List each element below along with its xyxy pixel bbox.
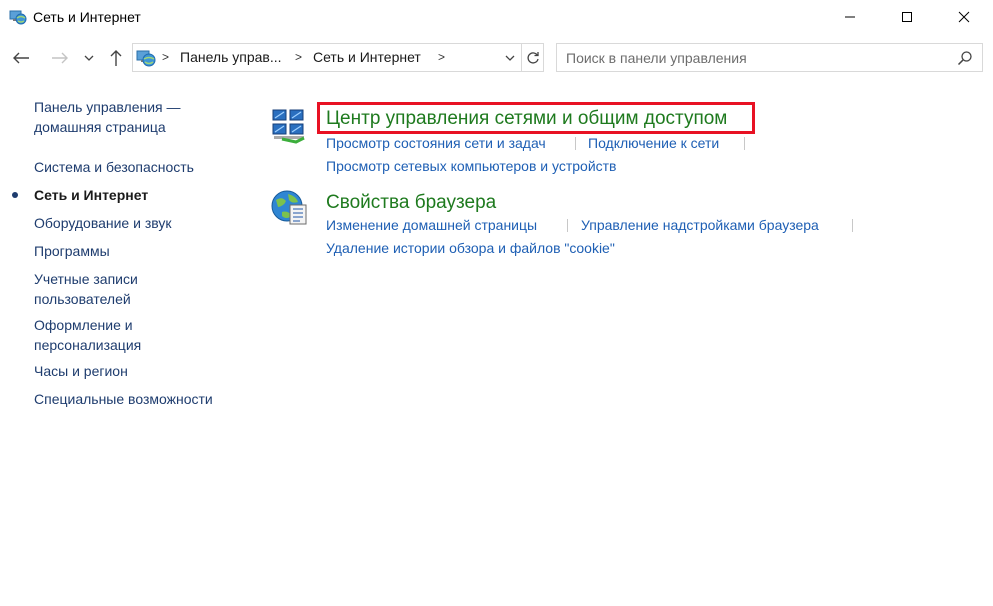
active-bullet-icon	[12, 192, 18, 198]
title-bar: Сеть и Интернет	[0, 0, 993, 34]
sidebar-item-user-accounts[interactable]: Учетные записи пользователей	[34, 269, 138, 309]
network-center-icon	[270, 106, 310, 146]
breadcrumb-separator: >	[438, 50, 446, 64]
sidebar-item-ease-of-access[interactable]: Специальные возможности	[34, 389, 213, 409]
sidebar-item-label: Сеть и Интернет	[34, 187, 149, 203]
highlight-box	[317, 102, 755, 134]
breadcrumb-separator: >	[162, 50, 170, 64]
refresh-button[interactable]	[521, 44, 543, 71]
internet-options-icon	[270, 188, 310, 228]
minimize-icon	[845, 16, 855, 18]
connect-to-network-link[interactable]: Подключение к сети	[588, 135, 719, 151]
link-separator	[852, 219, 853, 232]
search-icon[interactable]	[957, 50, 973, 66]
back-button[interactable]	[9, 48, 33, 68]
network-globe-icon	[9, 8, 27, 26]
sidebar-item-label: Учетные записи	[34, 271, 138, 287]
window-title: Сеть и Интернет	[33, 9, 141, 25]
chevron-down-icon	[505, 55, 515, 61]
address-bar[interactable]: > Панель управ... > Сеть и Интернет >	[132, 43, 544, 72]
address-dropdown-button[interactable]	[499, 44, 521, 71]
sidebar-item-label: домашняя страница	[34, 119, 166, 135]
sidebar-item-hardware-sound[interactable]: Оборудование и звук	[34, 213, 172, 233]
recent-locations-button[interactable]	[80, 48, 98, 68]
sidebar-item-control-panel-home[interactable]: Панель управления — домашняя страница	[34, 97, 181, 137]
link-separator	[567, 219, 568, 232]
arrow-right-icon	[52, 52, 68, 64]
sidebar-item-label: пользователей	[34, 291, 131, 307]
sidebar-item-network-internet[interactable]: Сеть и Интернет	[12, 185, 149, 205]
minimize-button[interactable]	[827, 0, 873, 34]
maximize-icon	[902, 12, 912, 22]
sidebar-item-label: Панель управления —	[34, 99, 181, 115]
search-box	[556, 43, 983, 72]
search-input[interactable]	[557, 44, 952, 71]
link-separator	[575, 137, 576, 150]
view-network-status-link[interactable]: Просмотр состояния сети и задач	[326, 135, 546, 151]
internet-options-link[interactable]: Свойства браузера	[326, 192, 496, 214]
manage-addons-link[interactable]: Управление надстройками браузера	[581, 217, 819, 233]
breadcrumb-control-panel[interactable]: Панель управ...	[180, 49, 282, 65]
sidebar-item-appearance[interactable]: Оформление и персонализация	[34, 315, 141, 355]
link-separator	[744, 137, 745, 150]
arrow-up-icon	[110, 50, 122, 66]
close-button[interactable]	[941, 0, 987, 34]
maximize-button[interactable]	[884, 0, 930, 34]
view-network-computers-link[interactable]: Просмотр сетевых компьютеров и устройств	[326, 158, 617, 174]
change-homepage-link[interactable]: Изменение домашней страницы	[326, 217, 537, 233]
sidebar-item-programs[interactable]: Программы	[34, 241, 110, 261]
network-globe-icon	[136, 48, 156, 68]
close-icon	[958, 11, 970, 23]
navigation-bar: > Панель управ... > Сеть и Интернет >	[0, 40, 993, 76]
up-button[interactable]	[104, 48, 128, 68]
sidebar-item-label: персонализация	[34, 337, 142, 353]
forward-button[interactable]	[48, 48, 72, 68]
sidebar-item-system-security[interactable]: Система и безопасность	[34, 157, 194, 177]
refresh-icon	[526, 51, 539, 64]
sidebar-item-label: Оформление и	[34, 317, 133, 333]
chevron-down-icon	[84, 55, 94, 61]
arrow-left-icon	[13, 52, 29, 64]
breadcrumb-separator: >	[295, 50, 303, 64]
sidebar-item-clock-region[interactable]: Часы и регион	[34, 361, 128, 381]
breadcrumb-network-internet[interactable]: Сеть и Интернет	[313, 49, 421, 65]
delete-history-link[interactable]: Удаление истории обзора и файлов "cookie…	[326, 240, 615, 256]
